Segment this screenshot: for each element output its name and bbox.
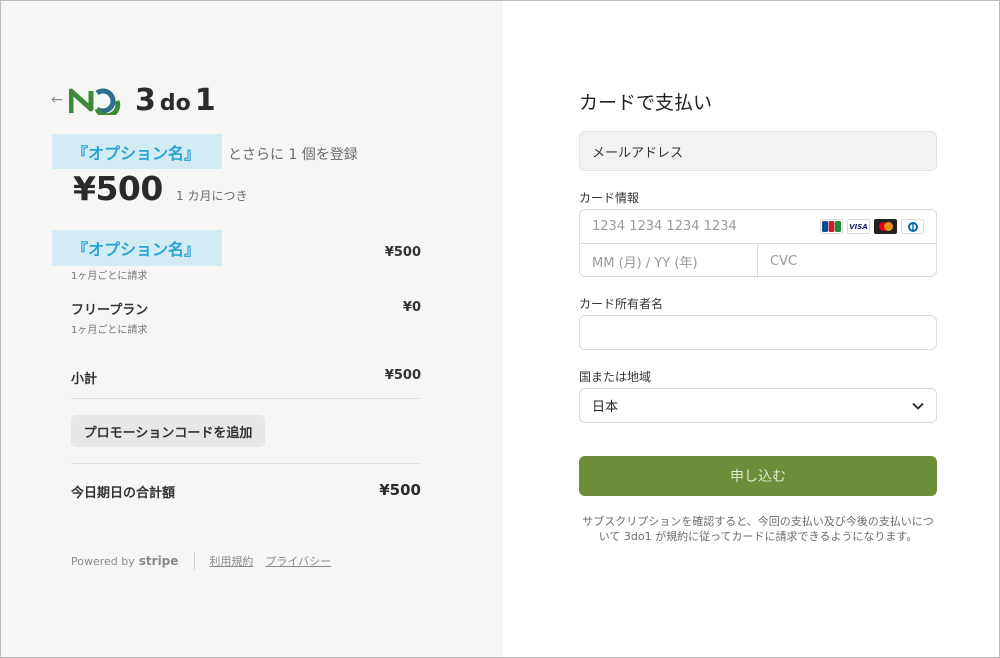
divider [71,463,421,464]
logo-mark-icon [69,88,121,115]
country-label: 国または地域 [579,370,652,384]
email-field[interactable]: メールアドレス [579,131,937,171]
mastercard-icon [874,219,897,234]
total-price-large: ¥500 [73,169,163,208]
subscription-subtitle: とさらに 1 個を登録 [228,147,358,163]
logo-3: 3 [135,83,156,118]
logo-1: 1 [194,83,216,118]
divider [71,398,421,399]
total-due-label: 今日期日の合計額 [71,486,176,501]
visa-icon: VISA [847,219,870,234]
line-item-free-plan-price: ¥0 [402,300,421,315]
add-promo-code-button[interactable]: プロモーションコードを追加 [71,415,265,447]
cardholder-name-input[interactable] [579,315,937,350]
terms-link[interactable]: 利用規約 [209,553,253,569]
arrow-left-icon[interactable]: ← [51,92,63,108]
logo-text: 3 do 1 [135,83,216,118]
privacy-link[interactable]: プライバシー [265,553,331,569]
logo: 3 do 1 [69,83,216,118]
chevron-down-icon [912,402,924,410]
logo-do: do [159,91,191,116]
card-brands: VISA [820,219,924,234]
order-summary-panel: ← 3 do 1 『オプション名』 とさらに 1 個を登録 ¥500 1 カ月につき… [1,1,503,657]
line-item-free-plan-name: フリープラン [71,303,149,318]
card-input-group: 1234 1234 1234 1234 VISA MM (月) / YY (年)… [579,209,938,278]
powered-by-text: Powered by [71,554,135,568]
form-title: カードで支払い [579,92,713,114]
stripe-logo[interactable]: stripe [139,554,179,568]
total-due-price: ¥500 [379,481,421,499]
line-item-option-price: ¥500 [384,245,421,260]
price-period: 1 カ月につき [176,189,248,203]
subtotal-label: 小計 [71,372,98,387]
cardholder-name-label: カード所有者名 [579,297,664,311]
jcb-icon [820,219,843,234]
payment-form-panel: カードで支払い メールアドレス カード情報 1234 1234 1234 123… [503,1,999,657]
country-value: 日本 [592,400,619,415]
line-item-option-billing: 1ヶ月ごとに請求 [71,271,148,282]
card-expiry-input[interactable]: MM (月) / YY (年) [580,244,758,278]
option-name-highlight: 『オプション名』 [52,134,222,169]
country-select[interactable]: 日本 [579,388,937,423]
card-cvc-input[interactable]: CVC [758,244,938,278]
card-info-label: カード情報 [579,191,640,205]
footer: Powered by stripe 利用規約 プライバシー [71,552,343,570]
footer-separator [194,552,196,570]
checkout-window: ← 3 do 1 『オプション名』 とさらに 1 個を登録 ¥500 1 カ月につき… [0,0,1000,658]
line-item-option-name: 『オプション名』 [52,230,222,266]
subtotal-price: ¥500 [384,368,421,383]
line-item-free-plan-billing: 1ヶ月ごとに請求 [71,325,148,336]
subscribe-button[interactable]: 申し込む [579,456,937,496]
diners-icon [901,219,924,234]
subscription-terms-text: サブスクリプションを確認すると、今回の支払い及び今後の支払いについて 3do1 … [582,515,934,543]
